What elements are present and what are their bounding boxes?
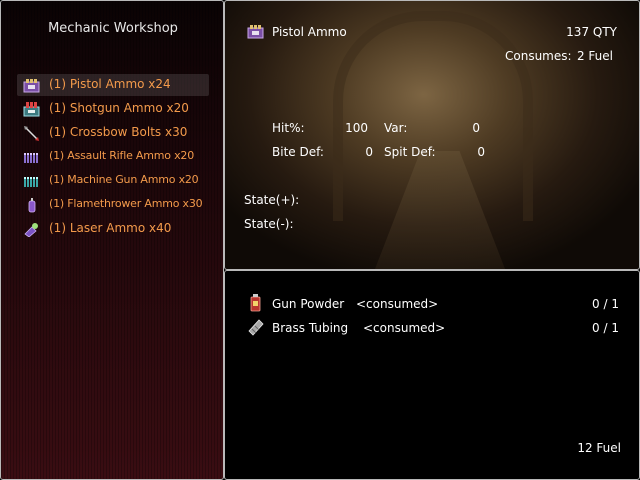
recipe-item-label: (1) Laser Ammo x40	[49, 221, 172, 235]
var-label: Var:	[384, 121, 408, 135]
brass-tubing-icon	[248, 319, 264, 336]
material-count: 0 / 1	[592, 297, 619, 311]
ammo-box-icon	[247, 25, 264, 39]
material-row: Brass Tubing <consumed> 0 / 1	[225, 317, 639, 339]
state-minus-label: State(-):	[244, 217, 294, 231]
materials-window: Gun Powder <consumed> 0 / 1 Brass Tubing…	[224, 270, 640, 480]
recipe-item-label: (1) Crossbow Bolts x30	[49, 125, 188, 139]
recipe-item-machine-gun-ammo[interactable]: (1) Machine Gun Ammo x20	[17, 170, 209, 192]
item-quantity: 137 QTY	[566, 25, 617, 39]
recipe-item-label: (1) Pistol Ammo x24	[49, 77, 171, 91]
recipe-item-shotgun-ammo[interactable]: (1) Shotgun Ammo x20	[17, 98, 209, 120]
recipe-list-window: Mechanic Workshop (1) Pistol Ammo x24 (1…	[0, 0, 224, 480]
rifle-rounds-icon	[24, 153, 38, 163]
material-row: Gun Powder <consumed> 0 / 1	[225, 293, 639, 315]
var-value: 0	[472, 121, 480, 135]
material-status: <consumed>	[363, 321, 446, 335]
bite-def-label: Bite Def:	[272, 145, 324, 159]
shotgun-shells-icon	[23, 102, 40, 117]
ammo-box-icon	[23, 79, 40, 93]
recipe-item-assault-rifle-ammo[interactable]: (1) Assault Rifle Ammo x20	[17, 146, 209, 168]
fuel-canister-icon	[28, 198, 36, 213]
hit-value: 100	[345, 121, 368, 135]
machine-gun-rounds-icon	[24, 177, 38, 187]
recipe-item-laser-ammo[interactable]: (1) Laser Ammo x40	[17, 218, 209, 240]
recipe-item-label: (1) Flamethrower Ammo x30	[49, 197, 203, 210]
item-detail-window: Pistol Ammo 137 QTY Consumes: 2 Fuel Hit…	[224, 0, 640, 270]
item-name: Pistol Ammo	[272, 25, 347, 39]
laser-cell-icon	[24, 223, 38, 237]
bite-def-value: 0	[365, 145, 373, 159]
recipe-item-label: (1) Machine Gun Ammo x20	[49, 173, 199, 186]
spit-def-value: 0	[477, 145, 485, 159]
recipe-item-pistol-ammo[interactable]: (1) Pistol Ammo x24	[17, 74, 209, 96]
consumes-value: 2 Fuel	[576, 49, 613, 63]
recipe-item-label: (1) Shotgun Ammo x20	[49, 101, 189, 115]
material-count: 0 / 1	[592, 321, 619, 335]
material-status: <consumed>	[356, 297, 439, 311]
fuel-total: 12 Fuel	[577, 441, 621, 455]
gunpowder-icon	[250, 294, 261, 312]
spit-def-label: Spit Def:	[384, 145, 436, 159]
material-name: Gun Powder	[272, 297, 345, 311]
background-corridor-arch	[333, 11, 533, 221]
recipe-item-label: (1) Assault Rifle Ammo x20	[49, 149, 195, 162]
consumes-label: Consumes:	[505, 49, 572, 63]
hit-label: Hit%:	[272, 121, 305, 135]
material-name: Brass Tubing	[272, 321, 349, 335]
recipe-item-crossbow-bolts[interactable]: (1) Crossbow Bolts x30	[17, 122, 209, 144]
state-plus-label: State(+):	[244, 193, 300, 207]
recipe-item-flamethrower-ammo[interactable]: (1) Flamethrower Ammo x30	[17, 194, 209, 216]
workshop-title: Mechanic Workshop	[48, 21, 178, 36]
crossbow-bolt-icon	[24, 126, 39, 141]
